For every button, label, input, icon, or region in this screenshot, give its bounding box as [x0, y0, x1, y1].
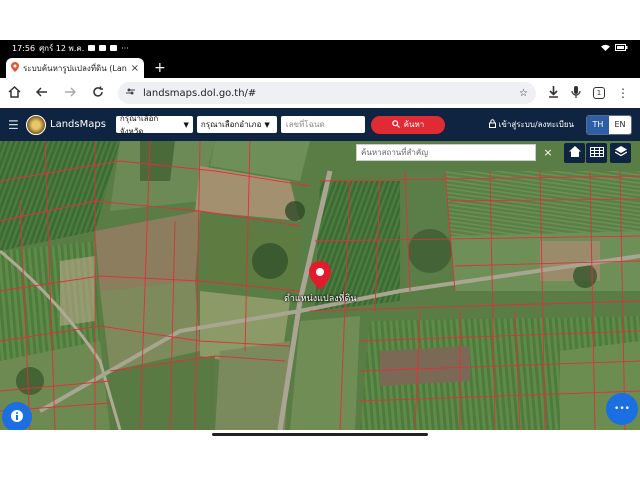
hamburger-menu-icon[interactable]: ☰ [8, 118, 22, 132]
dol-logo [26, 114, 46, 135]
chevron-down-icon: ▼ [183, 120, 189, 129]
district-select[interactable]: กรุณาเลือกอำเภอ ▼ [196, 116, 277, 133]
more-notifications-icon: ··· [121, 43, 129, 53]
search-button[interactable]: ค้นหา [370, 115, 445, 134]
gmail-notification-icon [88, 45, 96, 51]
tab-title: ระบบค้นหารูปแปลงที่ดิน (Land [23, 63, 127, 73]
grid-icon [589, 146, 604, 160]
lang-th-button[interactable]: TH [587, 115, 609, 134]
microphone-icon[interactable] [571, 85, 581, 101]
layers-icon [614, 146, 627, 160]
language-toggle: TH EN [586, 114, 632, 135]
browser-tab[interactable]: ระบบค้นหารูปแปลงที่ดิน (Land × [6, 58, 144, 78]
login-label: เข้าสู่ระบบ/ลงทะเบียน [498, 120, 574, 129]
youtube-notification-icon [99, 45, 107, 51]
place-search-close-icon[interactable]: × [541, 144, 555, 161]
reload-icon[interactable] [90, 86, 106, 101]
back-arrow-icon[interactable] [34, 86, 50, 100]
screen-top-margin [0, 0, 640, 40]
home-icon[interactable] [6, 85, 22, 101]
search-button-label: ค้นหา [403, 120, 425, 129]
status-time: 17:56 [12, 43, 36, 53]
browser-toolbar: landsmaps.dol.go.th/# ☆ 1 ⋮ [0, 78, 640, 108]
lock-icon [488, 119, 496, 130]
app-notification-icon [110, 45, 118, 51]
search-icon [391, 119, 400, 130]
site-info-icon[interactable] [126, 87, 135, 99]
download-icon[interactable] [548, 85, 559, 101]
parcel-number-input[interactable]: เลขที่โฉนด [280, 116, 365, 133]
forward-arrow-icon[interactable] [62, 86, 78, 100]
parcel-number-placeholder: เลขที่โฉนด [285, 120, 325, 129]
place-search-placeholder: ค้นหาสถานที่สำคัญ [361, 148, 429, 157]
tab-close-icon[interactable]: × [131, 63, 139, 74]
info-fab-button[interactable] [2, 402, 32, 432]
chevron-down-icon: ▼ [264, 120, 270, 129]
province-select-value: กรุณาเลือกจังหวัด [119, 113, 159, 136]
login-link[interactable]: เข้าสู่ระบบ/ลงทะเบียน [488, 118, 574, 131]
home-icon [568, 146, 581, 160]
layers-button[interactable] [610, 143, 631, 163]
brand-name: LandsMaps [50, 119, 106, 130]
map-pin-favicon-icon [11, 62, 19, 74]
pin-label: ตำแหน่งแปลงที่ดิน [284, 294, 357, 304]
url-text[interactable]: landsmaps.dol.go.th/# [143, 88, 256, 99]
screen-bottom-margin [0, 430, 640, 480]
more-dots-icon: ••• [614, 404, 630, 414]
district-select-value: กรุณาเลือกอำเภอ [200, 120, 262, 129]
map-canvas[interactable] [0, 141, 640, 430]
satellite-map[interactable] [0, 141, 640, 430]
home-view-button[interactable] [564, 143, 585, 163]
wifi-icon [601, 44, 610, 53]
status-date: ศุกร์ 12 พ.ค. [39, 43, 85, 53]
gesture-home-bar[interactable] [212, 433, 428, 436]
more-options-fab-button[interactable]: ••• [606, 393, 638, 425]
tab-count-button[interactable]: 1 [593, 87, 605, 99]
status-bar: 17:56 ศุกร์ 12 พ.ค. ··· [0, 40, 640, 56]
browser-menu-icon[interactable]: ⋮ [617, 86, 629, 100]
landsmaps-header: ☰ LandsMaps กรุณาเลือกจังหวัด ▼ กรุณาเลื… [0, 108, 640, 141]
grid-view-button[interactable] [586, 143, 607, 163]
tab-strip: ระบบค้นหารูปแปลงที่ดิน (Land × + [0, 56, 640, 78]
place-search-input[interactable]: ค้นหาสถานที่สำคัญ [356, 144, 536, 161]
new-tab-button[interactable]: + [154, 60, 166, 76]
address-bar[interactable]: landsmaps.dol.go.th/# ☆ [118, 82, 536, 104]
lang-en-button[interactable]: EN [609, 115, 631, 134]
province-select[interactable]: กรุณาเลือกจังหวัด ▼ [115, 114, 193, 136]
battery-icon [615, 43, 628, 53]
info-icon [10, 408, 24, 427]
bookmark-star-icon[interactable]: ☆ [519, 88, 528, 99]
